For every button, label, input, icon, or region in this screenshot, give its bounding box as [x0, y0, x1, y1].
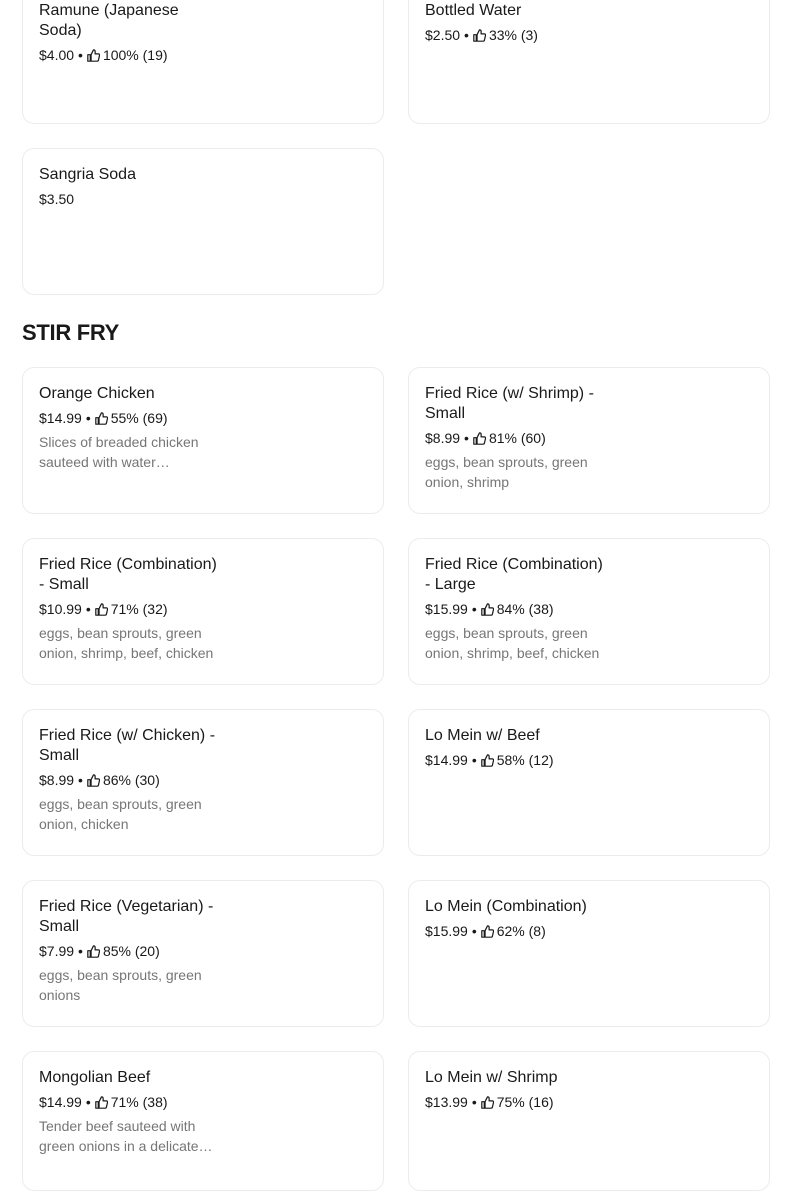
item-price: $14.99	[425, 752, 468, 768]
thumbs-up-icon	[473, 28, 486, 42]
item-rating: 86% (30)	[102, 772, 160, 788]
item-price: $8.99	[39, 772, 75, 788]
thumbs-up-icon	[473, 431, 486, 445]
separator: •	[85, 601, 91, 617]
item-meta: $2.50 • 33% (3)	[425, 25, 605, 45]
item-meta: $10.99 • 71% (32)	[39, 599, 219, 619]
item-price: $14.99	[39, 410, 82, 426]
item-name: Sangria Soda	[39, 166, 136, 183]
item-meta: $15.99 • 84% (38)	[425, 599, 605, 619]
separator: •	[471, 752, 477, 768]
item-meta: $8.99 • 81% (60)	[425, 428, 605, 448]
item-meta: $14.99 • 55% (69)	[39, 408, 219, 428]
item-name: Fried Rice (Combination) - Small	[39, 556, 217, 593]
separator: •	[464, 27, 469, 43]
thumbs-up-icon	[480, 1095, 494, 1109]
item-price: $13.99	[425, 1094, 468, 1110]
separator: •	[78, 47, 83, 63]
item-rating: 81% (60)	[488, 430, 546, 446]
separator: •	[85, 1094, 91, 1110]
item-price: $2.50	[425, 27, 461, 43]
item-rating: 55% (69)	[110, 410, 168, 426]
menu-item-card[interactable]: Fried Rice (Combination) - Large $15.99 …	[408, 538, 770, 685]
item-price: $15.99	[425, 923, 468, 939]
menu-item-card[interactable]: Lo Mein w/ Shrimp $13.99 • 75% (16)	[408, 1051, 770, 1191]
item-description: Slices of breaded chicken sauteed with w…	[39, 434, 199, 470]
thumbs-up-icon	[87, 944, 100, 958]
menu-item-card[interactable]: Fried Rice (Vegetarian) - Small $7.99 • …	[22, 880, 384, 1027]
item-price: $4.00	[39, 47, 75, 63]
menu-item-card[interactable]: Orange Chicken $14.99 • 55% (69) Slices …	[22, 367, 384, 514]
item-name: Fried Rice (Vegetarian) - Small	[39, 898, 214, 935]
item-meta: $15.99 • 62% (8)	[425, 921, 605, 941]
item-rating: 71% (32)	[110, 601, 168, 617]
item-meta: $13.99 • 75% (16)	[425, 1092, 605, 1112]
item-price: $3.50	[39, 191, 75, 207]
separator: •	[471, 601, 477, 617]
item-description: Tender beef sauteed with green onions in…	[39, 1118, 213, 1154]
item-name: Mongolian Beef	[39, 1069, 151, 1086]
menu-item-card[interactable]: Sangria Soda $3.50	[22, 148, 384, 295]
item-meta: $8.99 • 86% (30)	[39, 770, 219, 790]
item-name: Lo Mein (Combination)	[425, 898, 587, 915]
menu-item-card[interactable]: Fried Rice (Combination) - Small $10.99 …	[22, 538, 384, 685]
item-description: eggs, bean sprouts, green onion, shrimp	[425, 454, 588, 490]
thumbs-up-icon	[87, 773, 100, 787]
item-name: Bottled Water	[425, 2, 522, 19]
thumbs-up-icon	[480, 924, 494, 938]
item-price: $8.99	[425, 430, 461, 446]
separator: •	[464, 430, 469, 446]
menu-item-card[interactable]: Mongolian Beef $14.99 • 71% (38) Tender …	[22, 1051, 384, 1191]
item-rating: 100% (19)	[102, 47, 168, 63]
item-name: Lo Mein w/ Beef	[425, 727, 540, 744]
item-name: Fried Rice (Combination) - Large	[425, 556, 603, 593]
separator: •	[471, 1094, 477, 1110]
thumbs-up-icon	[94, 1095, 108, 1109]
item-description: eggs, bean sprouts, green onion, chicken	[39, 796, 202, 832]
item-name: Lo Mein w/ Shrimp	[425, 1069, 558, 1086]
separator: •	[471, 923, 477, 939]
item-name: Ramune (Japanese Soda)	[39, 2, 179, 39]
item-rating: 85% (20)	[102, 943, 160, 959]
item-meta: $3.50	[39, 189, 219, 209]
menu-item-card[interactable]: Bottled Water $2.50 • 33% (3)	[408, 0, 770, 124]
menu-item-card[interactable]: Lo Mein w/ Beef $14.99 • 58% (12)	[408, 709, 770, 856]
item-rating: 58% (12)	[496, 752, 554, 768]
item-rating: 71% (38)	[110, 1094, 168, 1110]
item-price: $10.99	[39, 601, 82, 617]
menu-item-card[interactable]: Fried Rice (w/ Chicken) - Small $8.99 • …	[22, 709, 384, 856]
thumbs-up-icon	[87, 48, 100, 62]
thumbs-up-icon	[480, 753, 494, 767]
thumbs-up-icon	[480, 602, 494, 616]
section-title: STIR FRY	[22, 320, 120, 345]
thumbs-up-icon	[94, 602, 108, 616]
item-rating: 62% (8)	[496, 923, 546, 939]
item-name: Orange Chicken	[39, 385, 155, 402]
item-meta: $14.99 • 71% (38)	[39, 1092, 219, 1112]
item-price: $7.99	[39, 943, 75, 959]
menu-item-card[interactable]: Ramune (Japanese Soda) $4.00 • 100% (19)	[22, 0, 384, 124]
menu-item-card[interactable]: Fried Rice (w/ Shrimp) - Small $8.99 • 8…	[408, 367, 770, 514]
separator: •	[78, 943, 83, 959]
item-name: Fried Rice (w/ Shrimp) - Small	[425, 385, 594, 422]
item-rating: 84% (38)	[496, 601, 554, 617]
item-meta: $7.99 • 85% (20)	[39, 941, 219, 961]
item-description: eggs, bean sprouts, green onion, shrimp,…	[39, 625, 214, 661]
separator: •	[85, 410, 91, 426]
thumbs-up-icon	[94, 411, 108, 425]
item-name: Fried Rice (w/ Chicken) - Small	[39, 727, 216, 764]
separator: •	[78, 772, 83, 788]
item-meta: $14.99 • 58% (12)	[425, 750, 605, 770]
item-price: $14.99	[39, 1094, 82, 1110]
item-price: $15.99	[425, 601, 468, 617]
item-description: eggs, bean sprouts, green onions	[39, 967, 202, 1003]
item-description: eggs, bean sprouts, green onion, shrimp,…	[425, 625, 600, 661]
item-meta: $4.00 • 100% (19)	[39, 45, 219, 65]
menu-item-card[interactable]: Lo Mein (Combination) $15.99 • 62% (8)	[408, 880, 770, 1027]
item-rating: 33% (3)	[488, 27, 538, 43]
item-rating: 75% (16)	[496, 1094, 554, 1110]
